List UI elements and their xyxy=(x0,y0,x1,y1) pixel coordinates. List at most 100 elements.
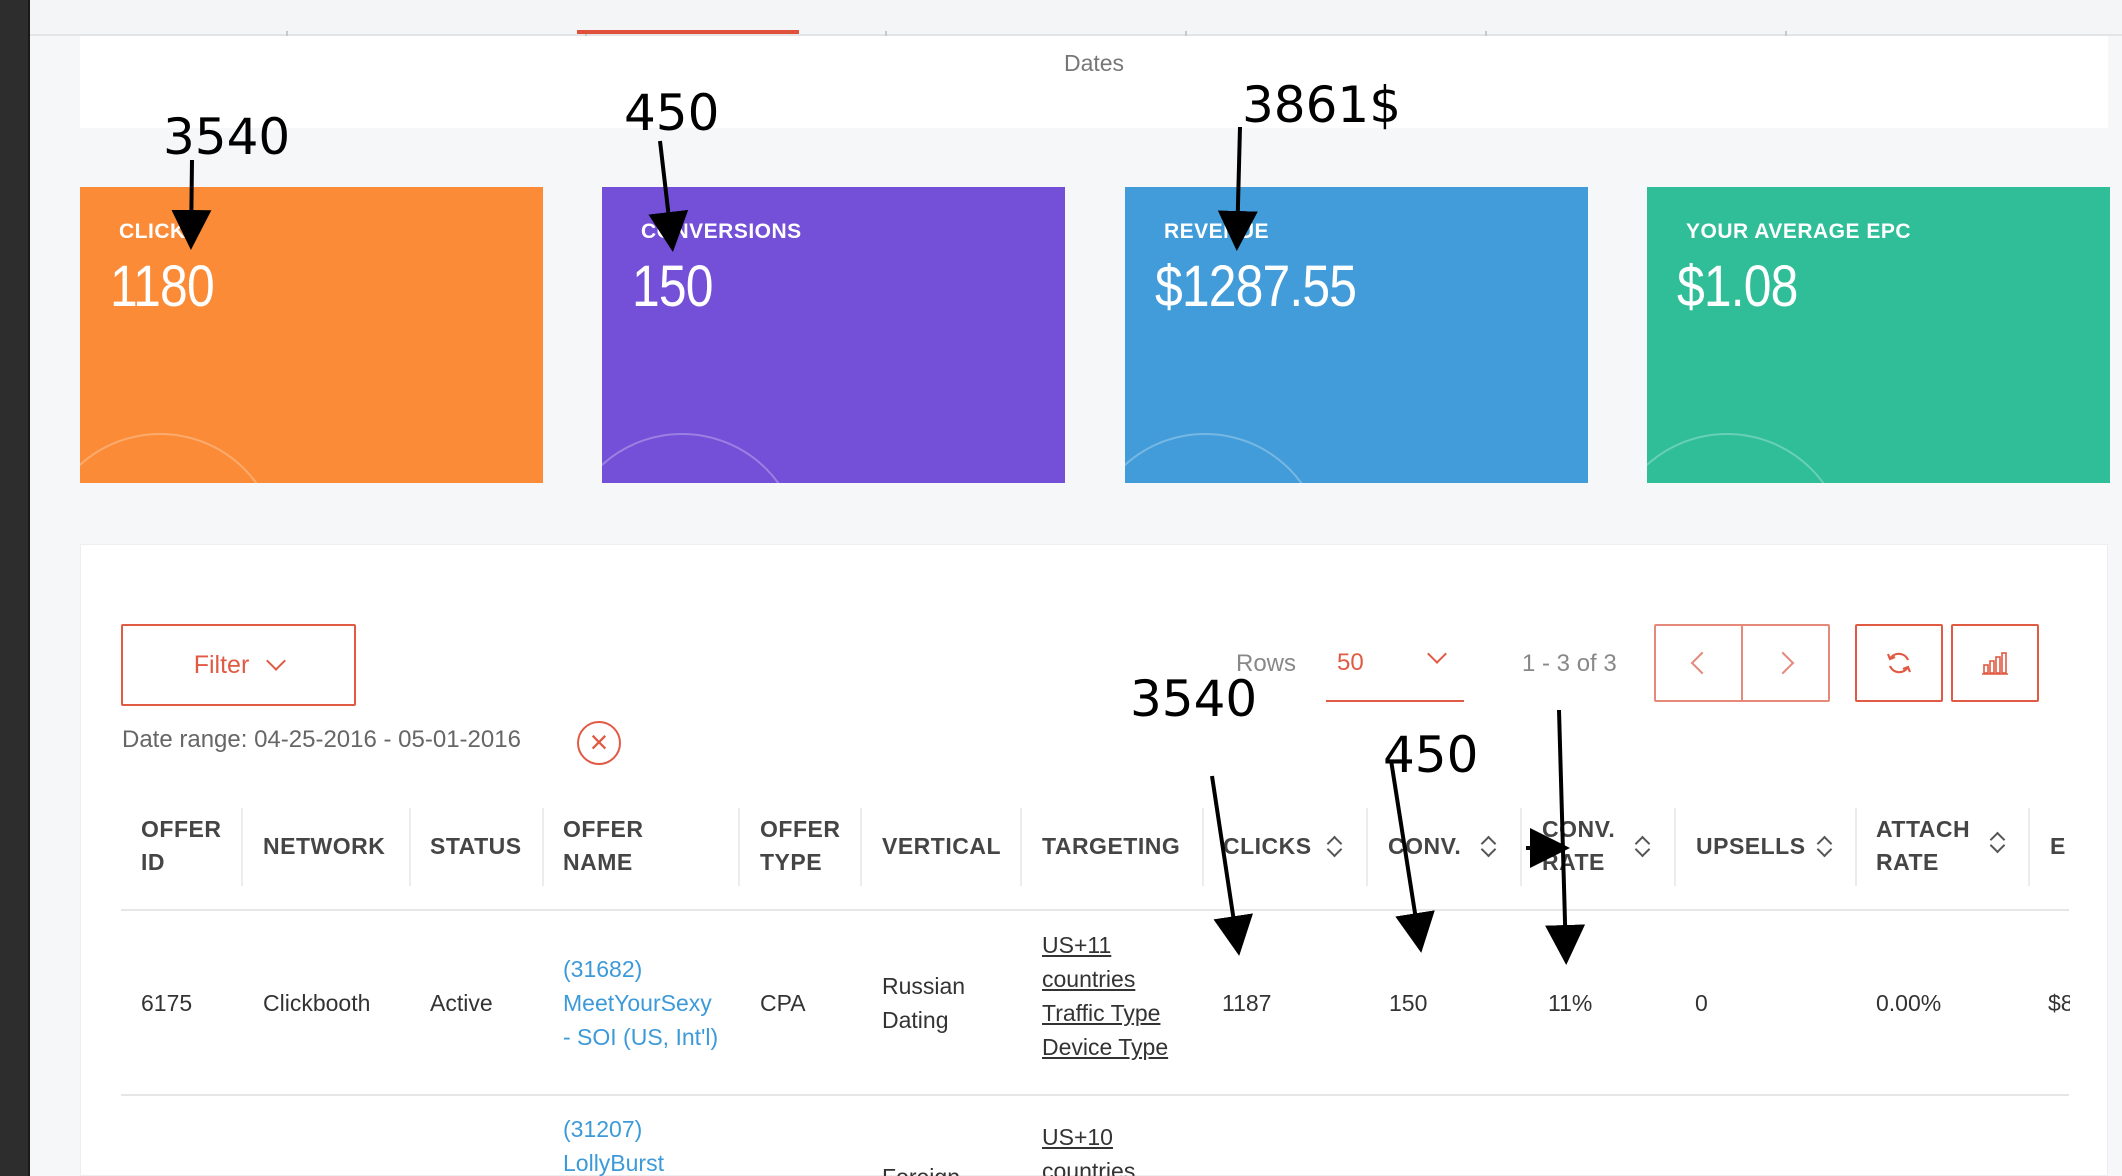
cell-offer-type: CPA xyxy=(760,990,806,1016)
column-divider xyxy=(860,808,862,886)
column-header-clicks[interactable]: CLICKS xyxy=(1223,830,1312,863)
targeting-link[interactable]: countries xyxy=(1042,962,1168,996)
annotation-clicks-card: 3540 xyxy=(163,108,291,166)
pagination-range: 1 - 3 of 3 xyxy=(1522,650,1617,677)
targeting-link[interactable]: US+11 xyxy=(1042,928,1168,962)
refresh-icon xyxy=(1886,652,1912,674)
chart-area: Dates xyxy=(80,36,2108,128)
cell-epc: $8 xyxy=(2048,990,2070,1016)
cell-status: Active xyxy=(430,990,493,1016)
card-decoration xyxy=(1125,433,1325,483)
targeting-link[interactable]: Traffic Type xyxy=(1042,996,1168,1030)
chevron-right-icon xyxy=(1771,651,1794,675)
sort-icon[interactable] xyxy=(1635,834,1649,860)
revenue-card-value: $1287.55 xyxy=(1155,254,1357,319)
column-header-conv[interactable]: CONV. xyxy=(1388,830,1461,863)
targeting-link[interactable]: US+10 xyxy=(1042,1120,1135,1154)
chevron-left-icon xyxy=(1690,651,1713,675)
column-divider xyxy=(738,808,740,886)
column-header-offer-name: OFFER NAME xyxy=(563,816,644,875)
column-divider xyxy=(1674,808,1676,886)
filter-button-label: Filter xyxy=(193,650,250,679)
offer-name-link[interactable]: (31682) MeetYourSexy - SOI (US, Int'l) xyxy=(563,952,718,1054)
date-range-text: Date range: 04-25-2016 - 05-01-2016 xyxy=(122,726,521,753)
annotation-conversions-card: 450 xyxy=(624,84,720,142)
report-page: { "chart": { "x_axis_label": "Dates" }, … xyxy=(0,0,2122,1176)
cell-upsells: 0 xyxy=(1695,990,1708,1016)
conversions-card: CONVERSIONS 150 xyxy=(602,187,1065,483)
column-header-upsells[interactable]: UPSELLS xyxy=(1696,830,1806,863)
column-header-network: NETWORK xyxy=(263,833,386,859)
cell-clicks: 1187 xyxy=(1222,990,1272,1016)
targeting-link[interactable]: countries xyxy=(1042,1154,1135,1176)
offer-name-link[interactable]: (31207) LollyBurst xyxy=(563,1112,664,1176)
cell-targeting: US+10 countries xyxy=(1042,1120,1135,1176)
column-header-conv-rate[interactable]: CONV. RATE xyxy=(1542,813,1615,879)
column-divider xyxy=(542,808,544,886)
cell-vertical: Foreign xyxy=(882,1160,960,1176)
left-window-edge xyxy=(0,0,30,1176)
conversions-card-value: 150 xyxy=(632,254,714,319)
column-header-offer-id: OFFER ID xyxy=(141,816,222,875)
column-divider xyxy=(2028,808,2030,886)
close-icon: × xyxy=(589,724,609,760)
cell-offer-id: 6175 xyxy=(141,990,193,1016)
sort-icon[interactable] xyxy=(1990,830,2004,856)
revenue-card-label: REVENUE xyxy=(1164,220,1270,243)
filter-button[interactable]: Filter xyxy=(121,624,356,706)
sort-icon[interactable] xyxy=(1481,834,1495,860)
annotation-conv-column: 450 xyxy=(1383,726,1479,784)
column-header-offer-type: OFFER TYPE xyxy=(760,816,841,875)
column-divider xyxy=(1020,808,1022,886)
annotation-clicks-column: 3540 xyxy=(1130,670,1258,728)
chevron-down-icon xyxy=(1427,644,1447,664)
epc-card-value: $1.08 xyxy=(1677,254,1798,319)
next-page-button[interactable] xyxy=(1741,626,1828,700)
column-header-targeting: TARGETING xyxy=(1042,833,1181,859)
sort-icon[interactable] xyxy=(1327,834,1341,860)
rows-per-page-select[interactable]: 50 xyxy=(1326,640,1464,702)
clear-date-range-button[interactable]: × xyxy=(577,721,621,765)
cell-targeting: US+11 countries Traffic Type Device Type xyxy=(1042,928,1168,1064)
header-divider xyxy=(121,909,2069,911)
rows-per-page-value: 50 xyxy=(1337,649,1364,676)
column-divider xyxy=(1202,808,1204,886)
epc-card-label: YOUR AVERAGE EPC xyxy=(1686,220,1912,243)
column-header-vertical: VERTICAL xyxy=(882,833,1001,859)
column-divider xyxy=(1855,808,1857,886)
column-divider xyxy=(1366,808,1368,886)
clicks-card-value: 1180 xyxy=(110,254,215,319)
revenue-card: REVENUE $1287.55 xyxy=(1125,187,1588,483)
column-header-status: STATUS xyxy=(430,833,522,859)
cell-attach-rate: 0.00% xyxy=(1876,990,1942,1016)
row-divider xyxy=(121,1094,2069,1096)
targeting-link[interactable]: Device Type xyxy=(1042,1030,1168,1064)
tab-bar xyxy=(30,0,2122,39)
epc-card: YOUR AVERAGE EPC $1.08 xyxy=(1647,187,2110,483)
cell-conv-rate: 11% xyxy=(1548,990,1593,1016)
chart-toggle-button[interactable] xyxy=(1951,624,2039,702)
refresh-button[interactable] xyxy=(1855,624,1943,702)
cell-network: Clickbooth xyxy=(263,990,371,1016)
conversions-card-label: CONVERSIONS xyxy=(641,220,802,243)
card-decoration xyxy=(80,433,280,483)
column-divider xyxy=(409,808,411,886)
clicks-card: CLICKS 1180 xyxy=(80,187,543,483)
chevron-down-icon xyxy=(266,651,287,671)
card-decoration xyxy=(1647,433,1847,483)
column-divider xyxy=(241,808,243,886)
clicks-card-label: CLICKS xyxy=(119,220,201,243)
x-axis-label: Dates xyxy=(1063,50,1125,76)
card-decoration xyxy=(602,433,802,483)
annotation-revenue-card: 3861$ xyxy=(1242,76,1402,134)
active-tab-indicator xyxy=(577,30,799,34)
prev-page-button[interactable] xyxy=(1656,626,1741,700)
column-divider xyxy=(1520,808,1522,886)
column-header-epc: E xyxy=(2050,833,2066,859)
bar-chart-icon xyxy=(1982,652,2008,675)
cell-conv: 150 xyxy=(1389,990,1428,1016)
sort-icon[interactable] xyxy=(1817,834,1831,860)
cell-vertical: Russian Dating xyxy=(882,973,966,1033)
pagination-controls xyxy=(1654,624,1830,702)
column-header-attach-rate[interactable]: ATTACH RATE xyxy=(1876,813,1970,879)
